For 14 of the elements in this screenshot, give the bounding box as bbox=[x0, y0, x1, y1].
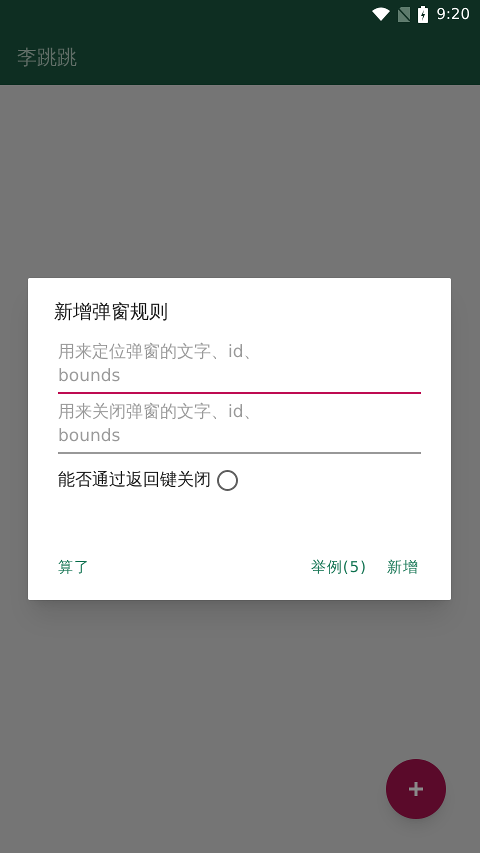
radio-button[interactable] bbox=[217, 470, 238, 492]
dialog-button[interactable]: 新增 bbox=[377, 550, 429, 584]
battery-icon bbox=[418, 6, 428, 22]
status-time: 9:20 bbox=[436, 4, 470, 25]
wifi-icon bbox=[372, 7, 390, 21]
option-label: 能否通过返回键关闭 bbox=[58, 469, 211, 492]
dialog-button[interactable]: 举例(5) bbox=[300, 550, 377, 584]
dialog-title: 新增弹窗规则 bbox=[54, 300, 169, 325]
no-sim-icon bbox=[398, 6, 410, 22]
dialog-button[interactable]: 算了 bbox=[48, 550, 100, 584]
input-field[interactable]: 用来关闭弹窗的文字、id、 bounds bbox=[58, 400, 421, 454]
app-title: 李跳跳 bbox=[17, 44, 77, 70]
plus-icon bbox=[409, 782, 423, 796]
input-field[interactable]: 用来定位弹窗的文字、id、 bounds bbox=[58, 340, 421, 394]
